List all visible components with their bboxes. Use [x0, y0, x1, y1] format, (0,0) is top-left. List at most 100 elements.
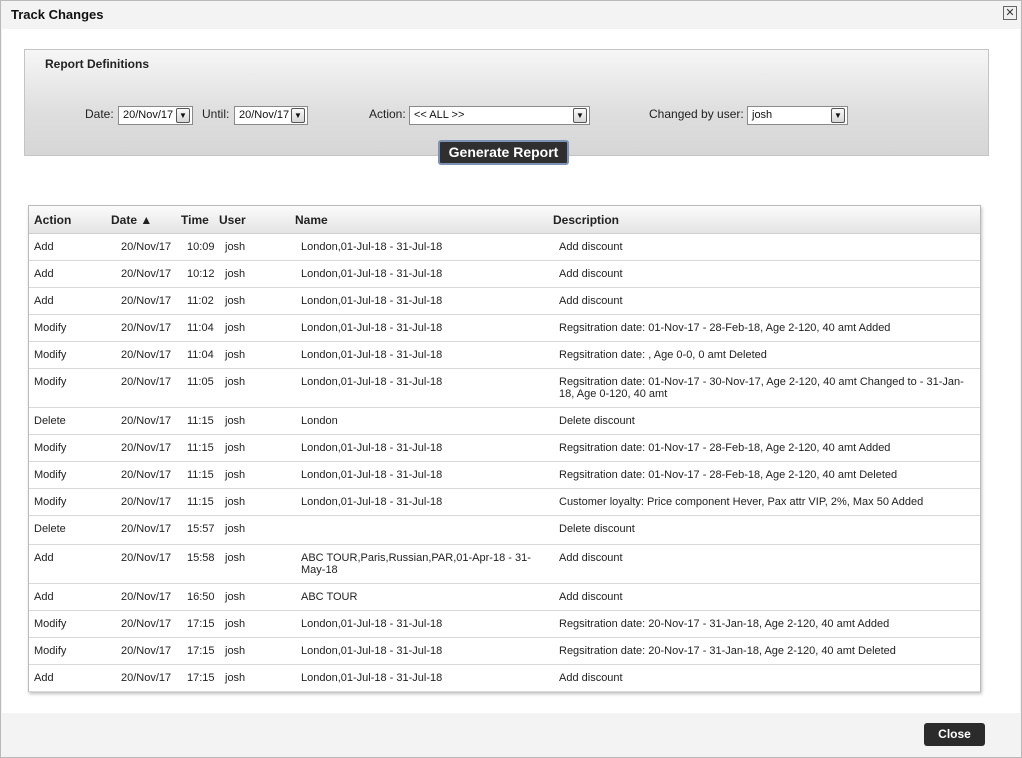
- cell-date: 20/Nov/17: [121, 349, 172, 361]
- cell-description: Customer loyalty: Price component Hever,…: [559, 496, 924, 508]
- cell-user: josh: [225, 415, 246, 427]
- track-changes-dialog: Track Changes ✕ Report Definitions Date:…: [0, 0, 1022, 758]
- table-row[interactable]: Modify 20/Nov/17 11:15 josh London,01-Jul-18…: [29, 435, 980, 462]
- table-row[interactable]: Delete 20/Nov/17 11:15 josh London Delete dis…: [29, 408, 980, 435]
- cell-date: 20/Nov/17: [121, 496, 172, 508]
- cell-time: 17:15: [187, 672, 215, 684]
- until-select[interactable]: 20/Nov/17 ▼: [234, 106, 308, 125]
- cell-description: Delete discount: [559, 523, 635, 535]
- cell-description: Regsitration date: 01-Nov-17 - 28-Feb-18…: [559, 469, 898, 481]
- cell-name: London,01-Jul-18 - 31-Jul-18: [301, 376, 443, 388]
- cell-name: London: [301, 415, 338, 427]
- cell-time: 16:50: [187, 591, 215, 603]
- chevron-down-icon[interactable]: ▼: [573, 108, 587, 123]
- cell-action: Modify: [34, 349, 67, 361]
- cell-name: London,01-Jul-18 - 31-Jul-18: [301, 645, 443, 657]
- cell-user: josh: [225, 469, 246, 481]
- changed-by-user-label: Changed by user:: [649, 107, 744, 121]
- cell-user: josh: [225, 322, 246, 334]
- cell-date: 20/Nov/17: [121, 322, 172, 334]
- column-header-name[interactable]: Name: [295, 213, 328, 227]
- date-label: Date:: [85, 107, 114, 121]
- chevron-down-icon[interactable]: ▼: [831, 108, 845, 123]
- table-row[interactable]: Add 20/Nov/17 16:50 josh ABC TOUR Add discoun…: [29, 584, 980, 611]
- cell-date: 20/Nov/17: [121, 241, 172, 253]
- table-row[interactable]: Modify 20/Nov/17 11:04 josh London,01-Jul-18…: [29, 342, 980, 369]
- dialog-content: Report Definitions Date: 20/Nov/17 ▼ Unt…: [2, 29, 1020, 713]
- chevron-down-icon[interactable]: ▼: [291, 108, 305, 123]
- column-header-time[interactable]: Time: [181, 213, 209, 227]
- cell-name: London,01-Jul-18 - 31-Jul-18: [301, 268, 443, 280]
- cell-action: Add: [34, 552, 54, 564]
- table-row[interactable]: Add 20/Nov/17 11:02 josh London,01-Jul-18 - …: [29, 288, 980, 315]
- cell-description: Regsitration date: 20-Nov-17 - 31-Jan-18…: [559, 618, 890, 630]
- cell-time: 11:15: [187, 415, 214, 427]
- cell-time: 17:15: [187, 645, 215, 657]
- cell-action: Modify: [34, 496, 67, 508]
- cell-user: josh: [225, 672, 246, 684]
- cell-description: Add discount: [559, 241, 623, 253]
- cell-date: 20/Nov/17: [121, 672, 172, 684]
- cell-user: josh: [225, 618, 246, 630]
- generate-report-button[interactable]: Generate Report: [438, 140, 569, 165]
- cell-time: 11:02: [187, 295, 214, 307]
- changed-by-user-select[interactable]: josh ▼: [747, 106, 848, 125]
- cell-time: 11:04: [187, 349, 214, 361]
- cell-time: 11:04: [187, 322, 214, 334]
- table-row[interactable]: Modify 20/Nov/17 11:15 josh London,01-Jul-18…: [29, 462, 980, 489]
- table-row[interactable]: Add 20/Nov/17 10:12 josh London,01-Jul-18 - …: [29, 261, 980, 288]
- cell-user: josh: [225, 376, 246, 388]
- cell-name: ABC TOUR: [301, 591, 358, 603]
- table-row[interactable]: Modify 20/Nov/17 11:15 josh London,01-Jul-18…: [29, 489, 980, 516]
- chevron-down-icon[interactable]: ▼: [176, 108, 190, 123]
- table-row[interactable]: Modify 20/Nov/17 17:15 josh London,01-Jul-18…: [29, 611, 980, 638]
- table-row[interactable]: Delete 20/Nov/17 15:57 josh Delete discount: [29, 516, 980, 545]
- cell-time: 11:15: [187, 442, 214, 454]
- table-row[interactable]: Add 20/Nov/17 15:58 josh ABC TOUR,Paris,Russ…: [29, 545, 980, 584]
- cell-description: Add discount: [559, 295, 623, 307]
- cell-name: ABC TOUR,Paris,Russian,PAR,01-Apr-18 - 3…: [301, 552, 531, 576]
- action-label: Action:: [369, 107, 406, 121]
- cell-user: josh: [225, 523, 246, 535]
- cell-description: Delete discount: [559, 415, 635, 427]
- cell-time: 15:57: [187, 523, 215, 535]
- table-row[interactable]: Add 20/Nov/17 10:09 josh London,01-Jul-18 - …: [29, 234, 980, 261]
- column-header-user[interactable]: User: [219, 213, 246, 227]
- cell-date: 20/Nov/17: [121, 268, 172, 280]
- cell-description: Regsitration date: 01-Nov-17 - 30-Nov-17…: [559, 376, 964, 400]
- column-header-date[interactable]: Date ▲: [111, 213, 152, 227]
- column-header-action[interactable]: Action: [34, 213, 71, 227]
- table-row[interactable]: Modify 20/Nov/17 11:05 josh London,01-Jul-18…: [29, 369, 980, 408]
- cell-action: Modify: [34, 376, 67, 388]
- table-header: Action Date ▲ Time User Name Description: [29, 206, 980, 234]
- cell-action: Modify: [34, 442, 67, 454]
- user-select-value: josh: [752, 109, 773, 121]
- close-icon[interactable]: ✕: [1003, 6, 1017, 20]
- cell-action: Add: [34, 295, 54, 307]
- cell-user: josh: [225, 295, 246, 307]
- cell-time: 11:15: [187, 469, 214, 481]
- date-select[interactable]: 20/Nov/17 ▼: [118, 106, 193, 125]
- table-row[interactable]: Add 20/Nov/17 17:15 josh London,01-Jul-18 - …: [29, 665, 980, 692]
- cell-description: Regsitration date: , Age 0-0, 0 amt Dele…: [559, 349, 767, 361]
- cell-name: London,01-Jul-18 - 31-Jul-18: [301, 469, 443, 481]
- cell-user: josh: [225, 241, 246, 253]
- report-definitions-title: Report Definitions: [45, 57, 149, 71]
- action-select[interactable]: << ALL >> ▼: [409, 106, 590, 125]
- cell-action: Delete: [34, 523, 66, 535]
- cell-date: 20/Nov/17: [121, 295, 172, 307]
- cell-time: 11:05: [187, 376, 214, 388]
- cell-date: 20/Nov/17: [121, 469, 172, 481]
- close-button[interactable]: Close: [924, 723, 985, 746]
- table-row[interactable]: Modify 20/Nov/17 11:04 josh London,01-Jul-18…: [29, 315, 980, 342]
- cell-user: josh: [225, 442, 246, 454]
- cell-description: Regsitration date: 01-Nov-17 - 28-Feb-18…: [559, 442, 891, 454]
- cell-description: Add discount: [559, 268, 623, 280]
- cell-action: Add: [34, 268, 54, 280]
- cell-action: Add: [34, 672, 54, 684]
- cell-date: 20/Nov/17: [121, 618, 172, 630]
- column-header-description[interactable]: Description: [553, 213, 619, 227]
- cell-time: 10:09: [187, 241, 215, 253]
- changes-table: Action Date ▲ Time User Name Description…: [28, 205, 981, 692]
- table-row[interactable]: Modify 20/Nov/17 17:15 josh London,01-Jul-18…: [29, 638, 980, 665]
